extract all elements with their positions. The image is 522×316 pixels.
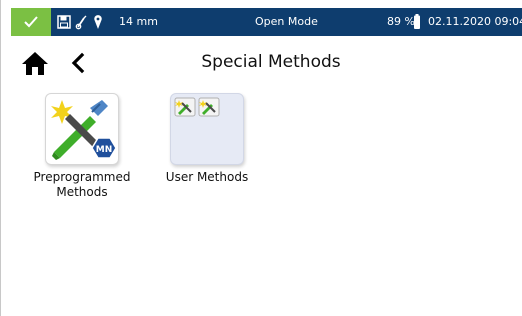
preprogrammed-methods-icon: MN [51, 100, 117, 160]
status-bar: 14 mm Open Mode 89 % 02.11.2020 09:04 [11, 8, 522, 36]
preprogrammed-methods-icon-box: MN [45, 93, 119, 165]
mn-logo-text: MN [96, 145, 113, 155]
back-button[interactable] [69, 50, 87, 76]
status-icons [57, 8, 103, 36]
user-methods-label: User Methods [165, 170, 249, 184]
preprogrammed-methods-tile[interactable]: MN Preprogrammed Methods [28, 93, 136, 200]
mode-label: Open Mode [255, 15, 318, 28]
battery-icon [414, 14, 420, 29]
location-pin-icon [94, 15, 102, 29]
home-icon [22, 52, 48, 75]
status-ok [11, 8, 51, 36]
datetime: 02.11.2020 09:04 [428, 15, 522, 28]
chevron-left-icon [71, 52, 85, 74]
preprogrammed-methods-label: Preprogrammed Methods [33, 170, 131, 199]
probe-icon [75, 15, 87, 30]
user-methods-icon [174, 97, 220, 117]
device-screen: 14 mm Open Mode 89 % 02.11.2020 09:04 Sp… [0, 0, 522, 316]
home-button[interactable] [20, 50, 50, 76]
floppy-disk-icon [57, 15, 71, 29]
user-methods-icon-box [170, 93, 244, 165]
depth-readout: 14 mm [119, 15, 158, 28]
page-title: Special Methods [201, 52, 341, 72]
check-icon [24, 16, 38, 28]
user-methods-tile[interactable]: User Methods [153, 93, 261, 185]
battery-level: 89 % [387, 15, 415, 28]
